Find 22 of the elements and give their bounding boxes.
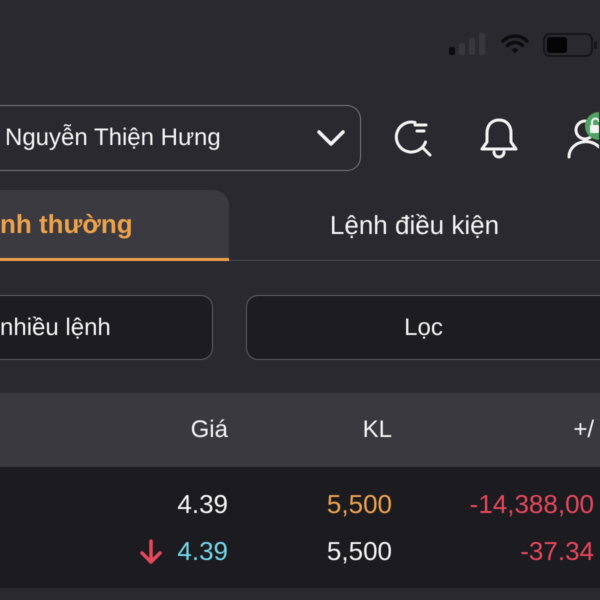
search-icon[interactable] bbox=[393, 118, 433, 158]
column-header: +/ bbox=[573, 415, 594, 445]
account-dropdown[interactable]: Nguyễn Thiện Hưng bbox=[0, 105, 361, 171]
tab[interactable]: nh thường bbox=[0, 190, 229, 261]
column-header: KL bbox=[362, 415, 392, 445]
action-button[interactable]: Lọc bbox=[246, 295, 600, 360]
chevron-down-icon bbox=[317, 130, 345, 146]
action-button[interactable]: nhiều lệnh bbox=[0, 295, 213, 360]
wifi-icon bbox=[501, 33, 529, 55]
table-cell-text: -37.34 bbox=[520, 535, 594, 568]
lock-badge-icon bbox=[585, 112, 599, 140]
bell-icon[interactable] bbox=[478, 117, 520, 159]
table-cell-text: 4.39 bbox=[177, 535, 228, 568]
user-icon[interactable] bbox=[567, 117, 599, 159]
battery-icon bbox=[543, 33, 597, 57]
table-cell-text: 5,500 bbox=[326, 488, 392, 521]
tab[interactable]: Lệnh điều kiện bbox=[229, 190, 600, 261]
table-cell-text: 5,500 bbox=[326, 535, 392, 568]
table-cell-text: -14,388,00 bbox=[470, 488, 594, 521]
table-cell-text: 4.39 bbox=[177, 488, 228, 521]
column-header: Giá bbox=[190, 415, 228, 445]
signal-icon bbox=[449, 33, 487, 55]
